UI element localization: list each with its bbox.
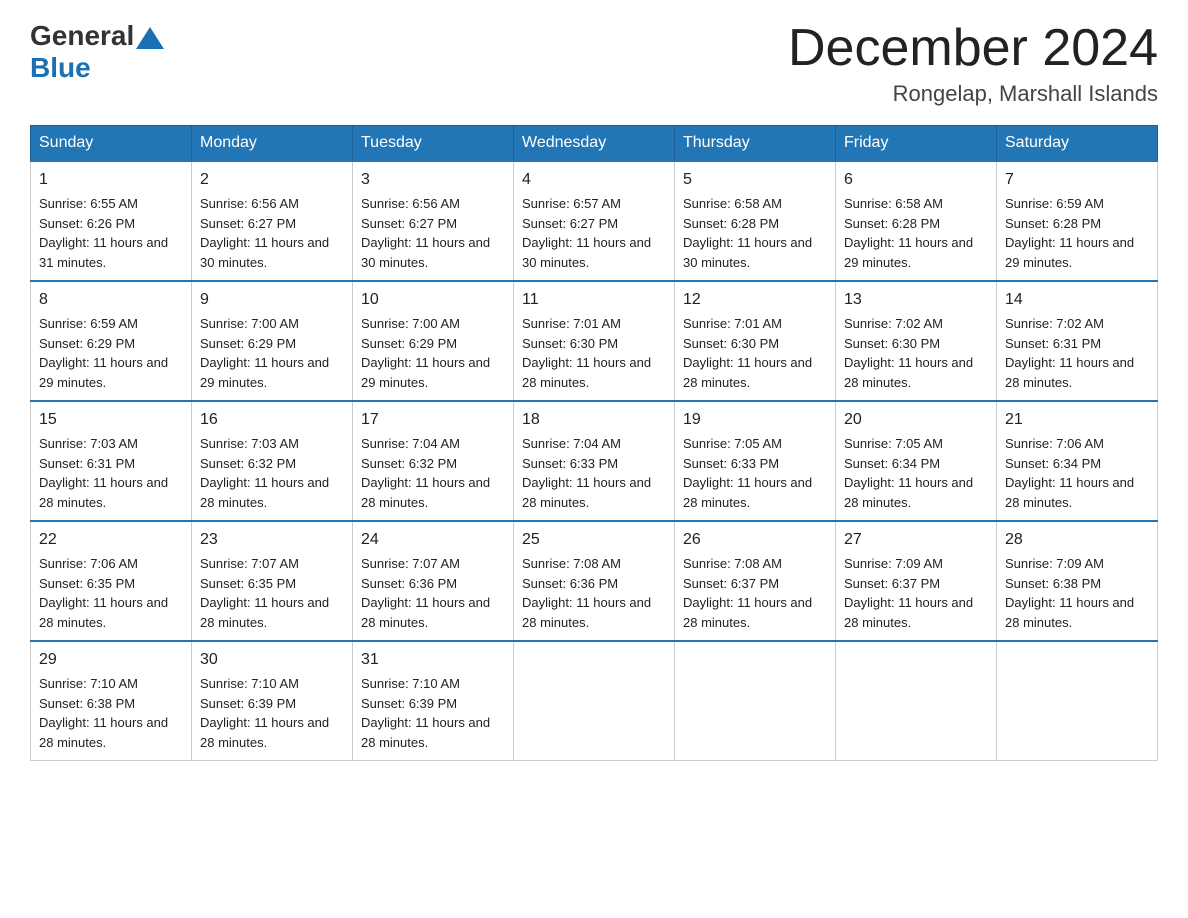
- calendar-cell: 26Sunrise: 7:08 AMSunset: 6:37 PMDayligh…: [675, 521, 836, 641]
- calendar-cell: 17Sunrise: 7:04 AMSunset: 6:32 PMDayligh…: [353, 401, 514, 521]
- day-number: 30: [200, 648, 344, 672]
- day-number: 14: [1005, 288, 1149, 312]
- col-header-saturday: Saturday: [997, 126, 1158, 162]
- day-number: 7: [1005, 168, 1149, 192]
- calendar-cell: [514, 641, 675, 761]
- calendar-header-row: SundayMondayTuesdayWednesdayThursdayFrid…: [31, 126, 1158, 162]
- col-header-wednesday: Wednesday: [514, 126, 675, 162]
- calendar-week-row: 29Sunrise: 7:10 AMSunset: 6:38 PMDayligh…: [31, 641, 1158, 761]
- calendar-cell: 1Sunrise: 6:55 AMSunset: 6:26 PMDaylight…: [31, 161, 192, 281]
- calendar-cell: [675, 641, 836, 761]
- calendar-week-row: 1Sunrise: 6:55 AMSunset: 6:26 PMDaylight…: [31, 161, 1158, 281]
- calendar-cell: [997, 641, 1158, 761]
- day-number: 10: [361, 288, 505, 312]
- calendar-cell: 29Sunrise: 7:10 AMSunset: 6:38 PMDayligh…: [31, 641, 192, 761]
- calendar-cell: 13Sunrise: 7:02 AMSunset: 6:30 PMDayligh…: [836, 281, 997, 401]
- day-number: 8: [39, 288, 183, 312]
- calendar-cell: 28Sunrise: 7:09 AMSunset: 6:38 PMDayligh…: [997, 521, 1158, 641]
- day-number: 17: [361, 408, 505, 432]
- calendar-cell: 22Sunrise: 7:06 AMSunset: 6:35 PMDayligh…: [31, 521, 192, 641]
- day-number: 29: [39, 648, 183, 672]
- day-number: 1: [39, 168, 183, 192]
- logo-general-text: General: [30, 20, 134, 52]
- calendar-cell: 5Sunrise: 6:58 AMSunset: 6:28 PMDaylight…: [675, 161, 836, 281]
- logo: General Blue: [30, 20, 166, 84]
- day-number: 25: [522, 528, 666, 552]
- day-number: 18: [522, 408, 666, 432]
- calendar-cell: 7Sunrise: 6:59 AMSunset: 6:28 PMDaylight…: [997, 161, 1158, 281]
- location-text: Rongelap, Marshall Islands: [788, 81, 1158, 107]
- day-number: 24: [361, 528, 505, 552]
- calendar-cell: 24Sunrise: 7:07 AMSunset: 6:36 PMDayligh…: [353, 521, 514, 641]
- title-block: December 2024 Rongelap, Marshall Islands: [788, 20, 1158, 107]
- calendar-week-row: 22Sunrise: 7:06 AMSunset: 6:35 PMDayligh…: [31, 521, 1158, 641]
- day-number: 20: [844, 408, 988, 432]
- calendar-cell: 14Sunrise: 7:02 AMSunset: 6:31 PMDayligh…: [997, 281, 1158, 401]
- calendar-table: SundayMondayTuesdayWednesdayThursdayFrid…: [30, 125, 1158, 761]
- day-number: 3: [361, 168, 505, 192]
- day-number: 6: [844, 168, 988, 192]
- calendar-week-row: 15Sunrise: 7:03 AMSunset: 6:31 PMDayligh…: [31, 401, 1158, 521]
- day-number: 4: [522, 168, 666, 192]
- day-number: 28: [1005, 528, 1149, 552]
- calendar-cell: 27Sunrise: 7:09 AMSunset: 6:37 PMDayligh…: [836, 521, 997, 641]
- col-header-sunday: Sunday: [31, 126, 192, 162]
- day-number: 12: [683, 288, 827, 312]
- calendar-cell: 11Sunrise: 7:01 AMSunset: 6:30 PMDayligh…: [514, 281, 675, 401]
- calendar-cell: 31Sunrise: 7:10 AMSunset: 6:39 PMDayligh…: [353, 641, 514, 761]
- calendar-cell: 15Sunrise: 7:03 AMSunset: 6:31 PMDayligh…: [31, 401, 192, 521]
- day-number: 15: [39, 408, 183, 432]
- day-number: 13: [844, 288, 988, 312]
- logo-triangle-icon: [136, 27, 164, 49]
- calendar-cell: 3Sunrise: 6:56 AMSunset: 6:27 PMDaylight…: [353, 161, 514, 281]
- calendar-cell: 18Sunrise: 7:04 AMSunset: 6:33 PMDayligh…: [514, 401, 675, 521]
- day-number: 19: [683, 408, 827, 432]
- calendar-cell: 2Sunrise: 6:56 AMSunset: 6:27 PMDaylight…: [192, 161, 353, 281]
- day-number: 31: [361, 648, 505, 672]
- day-number: 27: [844, 528, 988, 552]
- calendar-cell: 21Sunrise: 7:06 AMSunset: 6:34 PMDayligh…: [997, 401, 1158, 521]
- day-number: 11: [522, 288, 666, 312]
- calendar-cell: 6Sunrise: 6:58 AMSunset: 6:28 PMDaylight…: [836, 161, 997, 281]
- calendar-cell: 10Sunrise: 7:00 AMSunset: 6:29 PMDayligh…: [353, 281, 514, 401]
- day-number: 23: [200, 528, 344, 552]
- calendar-cell: 30Sunrise: 7:10 AMSunset: 6:39 PMDayligh…: [192, 641, 353, 761]
- calendar-cell: 16Sunrise: 7:03 AMSunset: 6:32 PMDayligh…: [192, 401, 353, 521]
- day-number: 21: [1005, 408, 1149, 432]
- col-header-tuesday: Tuesday: [353, 126, 514, 162]
- calendar-cell: [836, 641, 997, 761]
- day-number: 22: [39, 528, 183, 552]
- calendar-cell: 25Sunrise: 7:08 AMSunset: 6:36 PMDayligh…: [514, 521, 675, 641]
- day-number: 5: [683, 168, 827, 192]
- col-header-friday: Friday: [836, 126, 997, 162]
- calendar-cell: 23Sunrise: 7:07 AMSunset: 6:35 PMDayligh…: [192, 521, 353, 641]
- calendar-cell: 12Sunrise: 7:01 AMSunset: 6:30 PMDayligh…: [675, 281, 836, 401]
- calendar-cell: 20Sunrise: 7:05 AMSunset: 6:34 PMDayligh…: [836, 401, 997, 521]
- day-number: 2: [200, 168, 344, 192]
- col-header-thursday: Thursday: [675, 126, 836, 162]
- month-year-heading: December 2024: [788, 20, 1158, 77]
- page-header: General Blue December 2024 Rongelap, Mar…: [30, 20, 1158, 107]
- day-number: 16: [200, 408, 344, 432]
- day-number: 26: [683, 528, 827, 552]
- calendar-cell: 4Sunrise: 6:57 AMSunset: 6:27 PMDaylight…: [514, 161, 675, 281]
- logo-blue-text: Blue: [30, 52, 91, 84]
- col-header-monday: Monday: [192, 126, 353, 162]
- calendar-week-row: 8Sunrise: 6:59 AMSunset: 6:29 PMDaylight…: [31, 281, 1158, 401]
- day-number: 9: [200, 288, 344, 312]
- calendar-cell: 9Sunrise: 7:00 AMSunset: 6:29 PMDaylight…: [192, 281, 353, 401]
- calendar-cell: 19Sunrise: 7:05 AMSunset: 6:33 PMDayligh…: [675, 401, 836, 521]
- calendar-cell: 8Sunrise: 6:59 AMSunset: 6:29 PMDaylight…: [31, 281, 192, 401]
